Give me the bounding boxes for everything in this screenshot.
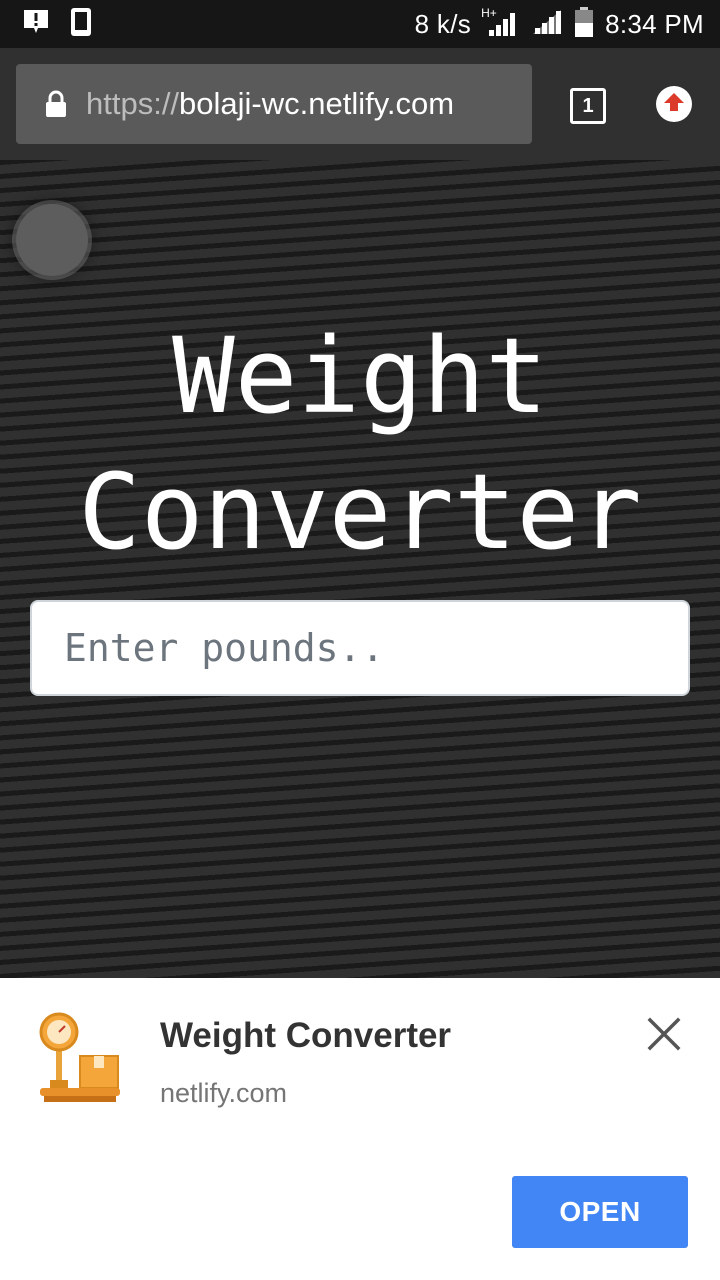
update-button[interactable] [656, 86, 692, 122]
url-text: https://bolaji-wc.netlify.com [86, 86, 454, 122]
battery-icon [573, 6, 595, 43]
alert-notification-icon [22, 8, 50, 41]
close-icon[interactable] [640, 1010, 688, 1058]
address-bar[interactable]: https://bolaji-wc.netlify.com [16, 64, 532, 144]
page-content: Weight Converter [0, 160, 720, 978]
status-bar: 8 k/s H+ 8:34 PM [0, 0, 720, 48]
open-button[interactable]: OPEN [512, 1176, 688, 1248]
signal-icon: H+ [481, 6, 521, 38]
update-arrow-icon [663, 91, 685, 118]
app-name: Weight Converter [160, 1016, 452, 1055]
scale-app-icon [36, 1010, 126, 1106]
url-scheme: https:// [86, 86, 180, 121]
add-to-homescreen-banner: Weight Converter netlify.com OPEN [0, 978, 720, 1280]
pounds-input[interactable] [30, 600, 690, 696]
title-line-2: Converter [78, 451, 642, 573]
floating-action-circle[interactable] [16, 204, 88, 276]
page-title: Weight Converter [0, 308, 720, 580]
tab-switcher-button[interactable]: 1 [570, 88, 606, 124]
signal-icon [531, 8, 563, 41]
app-domain: netlify.com [160, 1078, 288, 1108]
clock: 8:34 PM [605, 8, 704, 39]
url-host: bolaji-wc.netlify.com [179, 86, 455, 121]
browser-toolbar: https://bolaji-wc.netlify.com 1 [0, 48, 720, 160]
network-speed: 8 k/s [414, 8, 472, 39]
title-line-1: Weight [172, 315, 548, 437]
phone-icon [70, 7, 92, 42]
tab-count: 1 [582, 94, 594, 117]
lock-icon [44, 89, 68, 119]
